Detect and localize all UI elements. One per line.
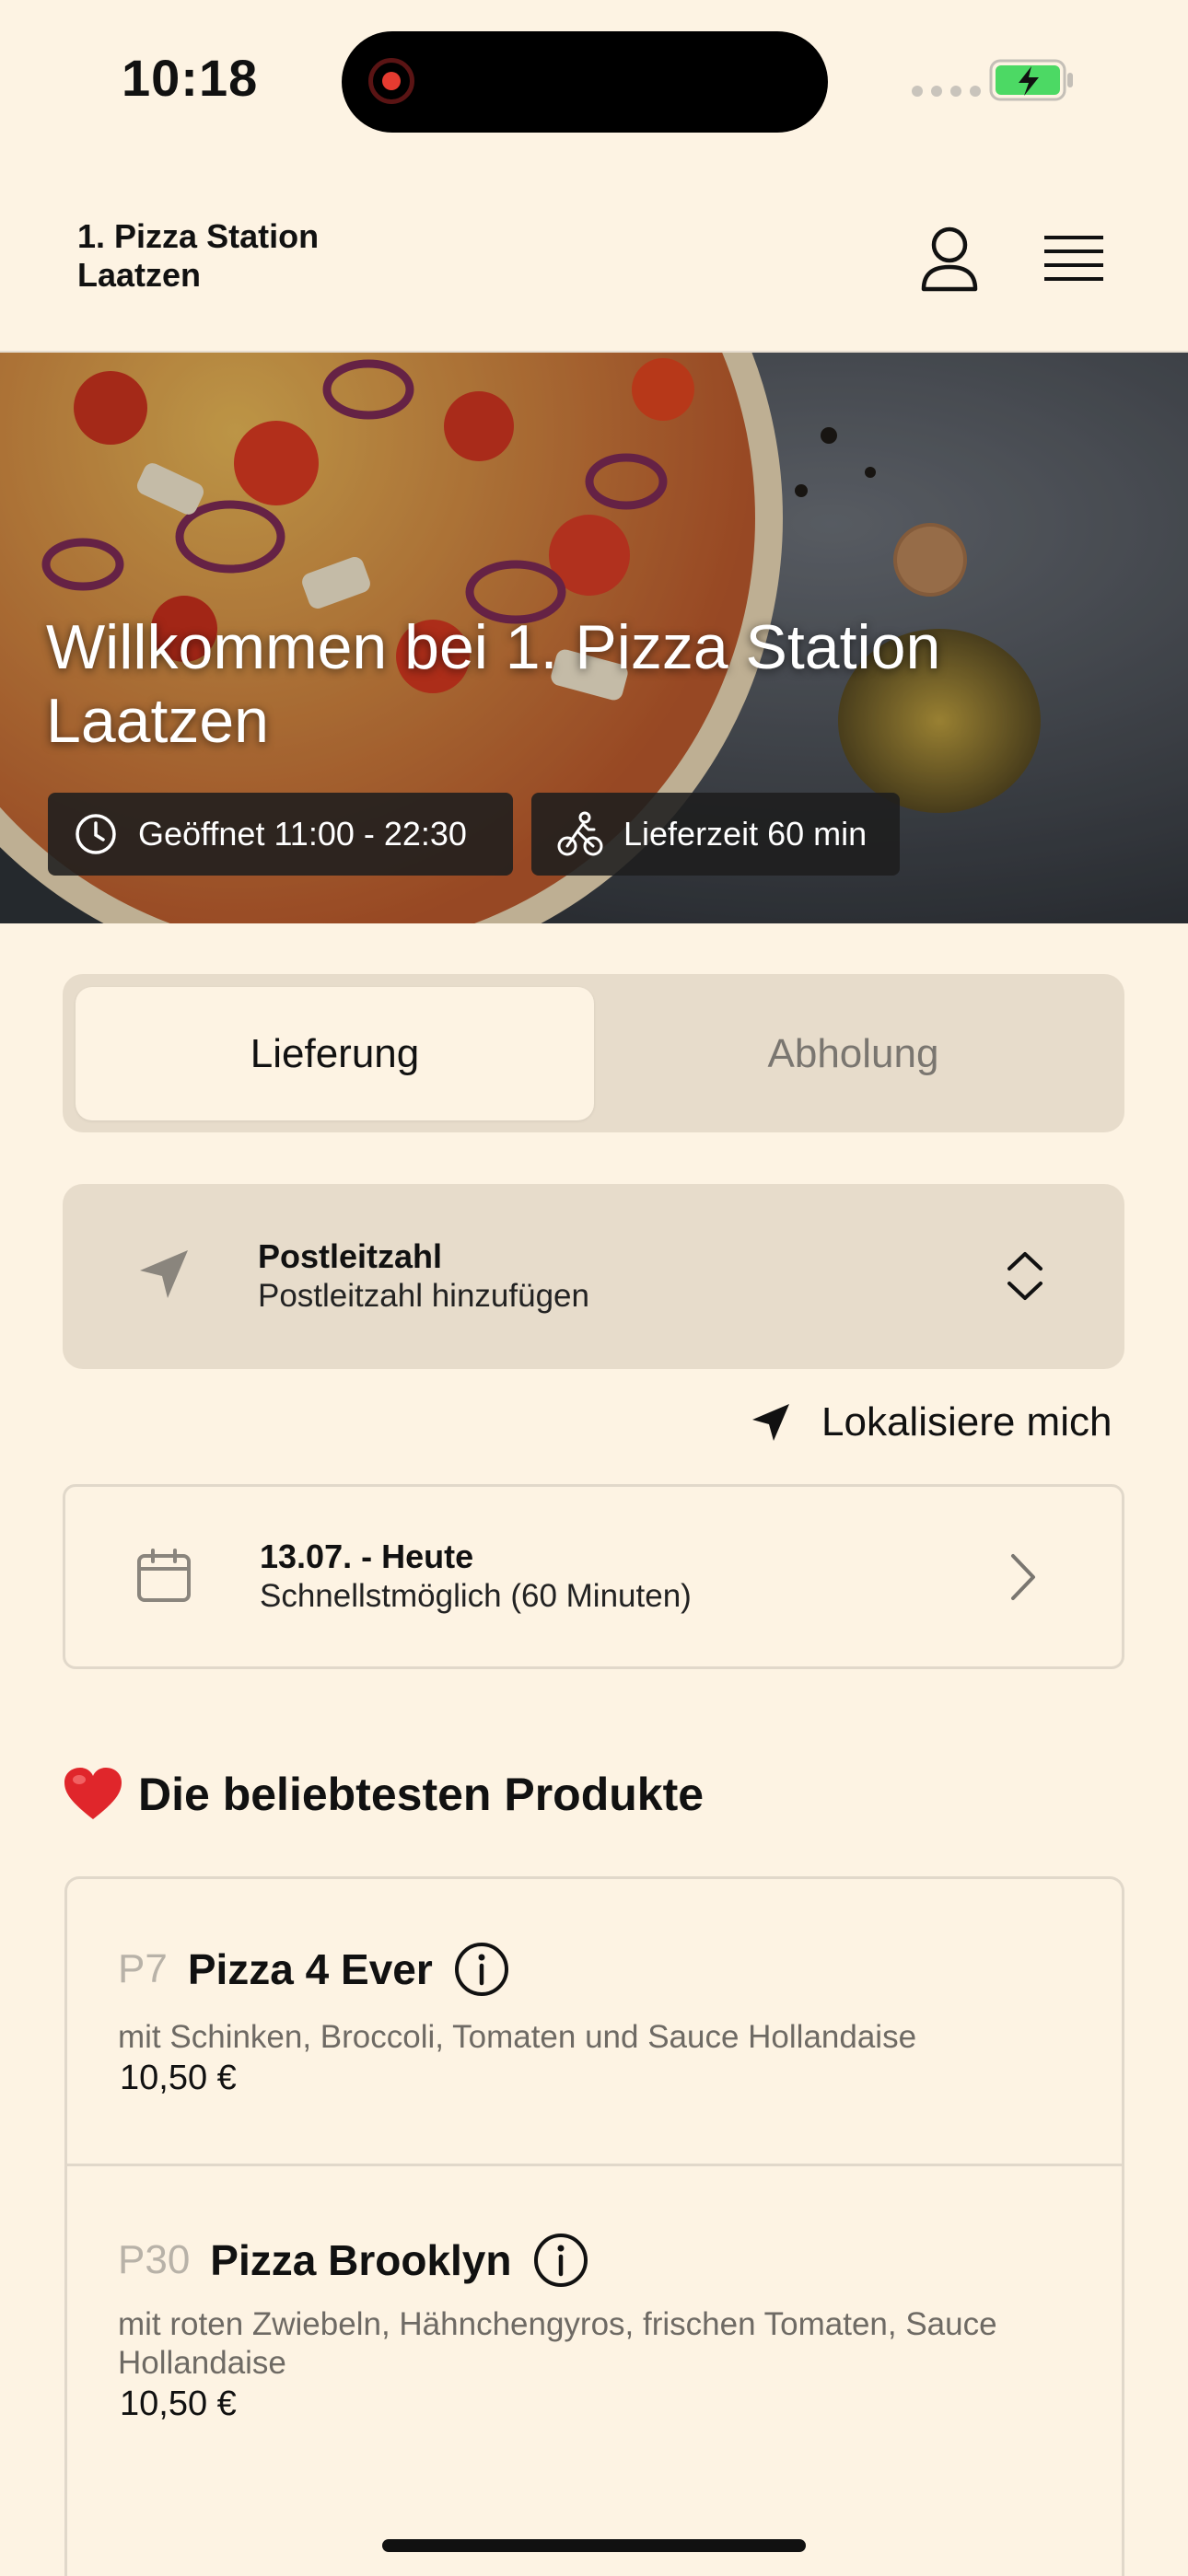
product-name: Pizza 4 Ever [187,1945,433,1993]
clock-icon [76,814,116,854]
chevron-right-icon[interactable] [1009,1552,1037,1602]
product-item[interactable]: P7 Pizza 4 Ever [118,1941,510,1998]
product-code: P30 [118,2237,191,2282]
info-icon[interactable] [453,1941,510,1998]
opening-hours-text: Geöffnet 11:00 - 22:30 [138,815,467,853]
recording-indicator-icon [368,58,414,104]
hero-title: Willkommen bei 1. Pizza Station Laatzen [46,612,941,756]
opening-hours-chip: Geöffnet 11:00 - 22:30 [48,793,513,876]
heart-icon [64,1768,122,1819]
hero-banner: Willkommen bei 1. Pizza Station Laatzen … [0,353,1188,923]
product-item[interactable]: P30 Pizza Brooklyn [118,2232,589,2289]
calendar-icon [137,1549,191,1602]
product-price: 10,50 € [120,2059,237,2097]
delivery-time-chip: Lieferzeit 60 min [531,793,900,876]
user-account-icon[interactable] [919,225,980,293]
delivery-time-option: Schnellstmöglich (60 Minuten) [260,1578,692,1614]
product-price: 10,50 € [120,2385,237,2423]
status-time: 10:18 [122,49,259,107]
restaurant-name[interactable]: 1. Pizza Station Laatzen [77,217,319,295]
battery-charging-icon [989,59,1073,101]
locate-me-button[interactable]: Lokalisiere mich [750,1399,1112,1445]
chevron-up-down-icon[interactable] [1004,1247,1046,1305]
postcode-placeholder[interactable]: Postleitzahl hinzufügen [258,1278,589,1315]
location-arrow-icon [140,1250,188,1298]
postcode-label: Postleitzahl [258,1237,443,1275]
product-description: mit roten Zwiebeln, Hähnchengyros, frisc… [118,2306,997,2381]
tab-delivery[interactable]: Lieferung [76,987,594,1120]
bicycle-courier-icon [557,811,603,856]
delivery-date: 13.07. - Heute [260,1537,474,1575]
product-name: Pizza Brooklyn [210,2236,512,2284]
navigation-arrow-icon [752,1404,789,1441]
product-code: P7 [118,1946,168,1991]
locate-me-label: Lokalisiere mich [821,1399,1112,1445]
product-description: mit Schinken, Broccoli, Tomaten und Sauc… [118,2019,917,2055]
delivery-date-selector[interactable] [63,1484,1124,1669]
hamburger-menu-icon[interactable] [1044,234,1103,284]
home-indicator[interactable] [382,2539,806,2552]
delivery-time-text: Lieferzeit 60 min [623,815,868,853]
postcode-selector[interactable] [63,1184,1124,1369]
tab-pickup[interactable]: Abholung [594,987,1112,1120]
info-icon[interactable] [532,2232,589,2289]
dynamic-island [342,31,828,133]
product-divider [66,2164,1123,2166]
popular-products-title: Die beliebtesten Produkte [138,1769,705,1820]
signal-icon [912,86,981,97]
